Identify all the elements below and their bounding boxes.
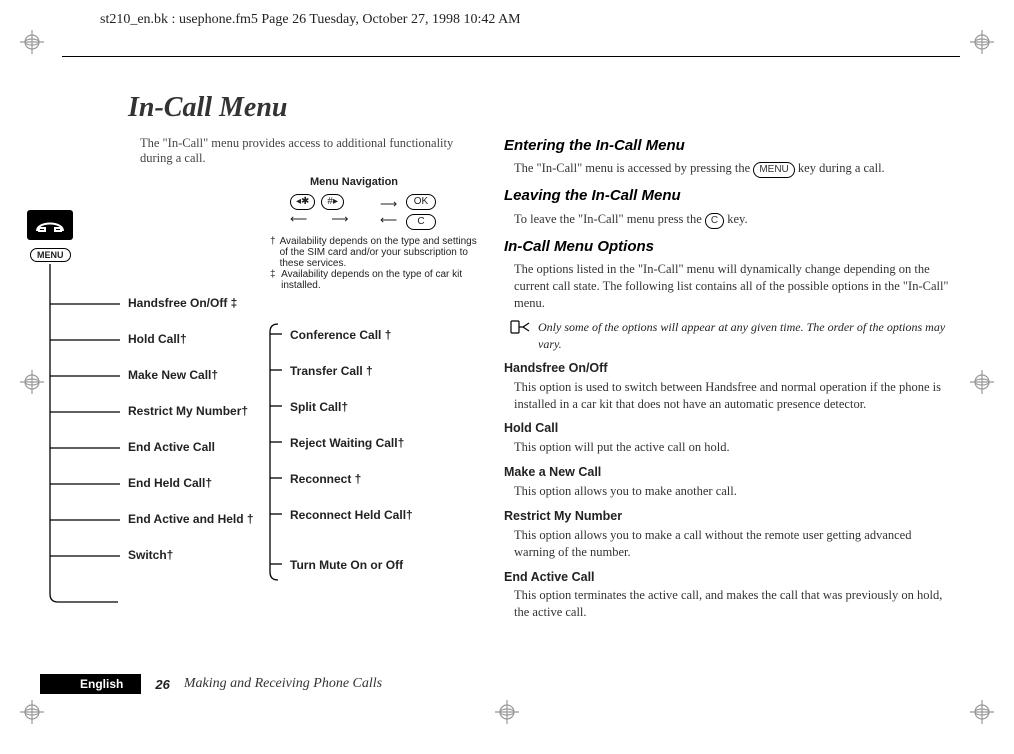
option-heading: Hold Call	[504, 420, 952, 437]
body-text: This option will put the active call on …	[514, 439, 952, 456]
option-heading: End Active Call	[504, 569, 952, 586]
menu-item: Reconnect Held Call†	[290, 508, 413, 522]
page-footer: English 26 Making and Receiving Phone Ca…	[80, 674, 952, 694]
option-heading: Handsfree On/Off	[504, 360, 952, 377]
section-heading: Entering the In-Call Menu	[504, 136, 952, 156]
left-arrow-icon: ⟵	[380, 212, 397, 228]
note-hand-icon	[510, 319, 532, 351]
crop-mark-icon	[20, 700, 44, 724]
diagram-title: Menu Navigation	[310, 176, 398, 188]
page-title: In-Call Menu	[128, 92, 952, 124]
body-text: The options listed in the "In-Call" menu…	[514, 261, 952, 312]
phone-handset-icon	[27, 210, 73, 240]
menu-item: Reject Waiting Call†	[290, 436, 404, 450]
c-key-icon: C	[705, 213, 724, 229]
crop-mark-icon	[20, 30, 44, 54]
star-key-icon: ◂✱	[290, 194, 315, 210]
menu-item: Turn Mute On or Off	[290, 558, 403, 572]
c-key-icon: C	[406, 214, 436, 230]
menu-item: Transfer Call †	[290, 364, 373, 378]
menu-key-icon: MENU	[30, 248, 71, 262]
page-header-meta: st210_en.bk : usephone.fm5 Page 26 Tuesd…	[100, 12, 934, 28]
menu-item: End Held Call†	[128, 476, 212, 490]
menu-item: Conference Call †	[290, 328, 391, 342]
option-heading: Restrict My Number	[504, 508, 952, 525]
right-arrow-icon: ⟶	[380, 196, 397, 212]
page-number: 26	[155, 677, 169, 692]
menu-key-icon: MENU	[753, 162, 794, 178]
tree-bracket-icon	[40, 264, 480, 624]
crop-mark-icon	[970, 30, 994, 54]
body-text: This option allows you to make a call wi…	[514, 527, 952, 561]
language-badge: English	[40, 674, 141, 694]
body-text: To leave the "In-Call" menu press the C …	[514, 211, 952, 229]
menu-item: Switch†	[128, 548, 173, 562]
menu-item: End Active and Held †	[128, 512, 254, 526]
ok-key-icon: OK	[406, 194, 436, 210]
menu-navigation-diagram: Menu Navigation ◂✱ #▸ ⟵ ⟶ ⟶ ⟵ OK C	[80, 176, 480, 616]
option-heading: Make a New Call	[504, 464, 952, 481]
menu-item: Handsfree On/Off ‡	[128, 296, 237, 310]
note-callout: Only some of the options will appear at …	[510, 319, 952, 351]
section-heading: Leaving the In-Call Menu	[504, 186, 952, 206]
menu-item: Restrict My Number†	[128, 404, 248, 418]
menu-item: Hold Call†	[128, 332, 187, 346]
menu-item: Split Call†	[290, 400, 348, 414]
note-text: Only some of the options will appear at …	[538, 319, 952, 351]
horizontal-rule	[62, 56, 960, 57]
left-arrow-icon: ⟵	[290, 212, 307, 226]
menu-item: Make New Call†	[128, 368, 218, 382]
crop-mark-icon	[970, 700, 994, 724]
menu-item: Reconnect †	[290, 472, 361, 486]
section-heading: In-Call Menu Options	[504, 237, 952, 257]
right-arrow-icon: ⟶	[331, 212, 348, 226]
body-text: This option terminates the active call, …	[514, 587, 952, 621]
footer-chapter-title: Making and Receiving Phone Calls	[184, 676, 382, 692]
body-text: This option allows you to make another c…	[514, 483, 952, 500]
crop-mark-icon	[970, 370, 994, 394]
body-text: This option is used to switch between Ha…	[514, 379, 952, 413]
body-text: The "In-Call" menu is accessed by pressi…	[514, 160, 952, 178]
crop-mark-icon	[495, 700, 519, 724]
intro-text: The "In-Call" menu provides access to ad…	[140, 136, 480, 166]
hash-key-icon: #▸	[321, 194, 344, 210]
menu-item: End Active Call	[128, 440, 215, 454]
